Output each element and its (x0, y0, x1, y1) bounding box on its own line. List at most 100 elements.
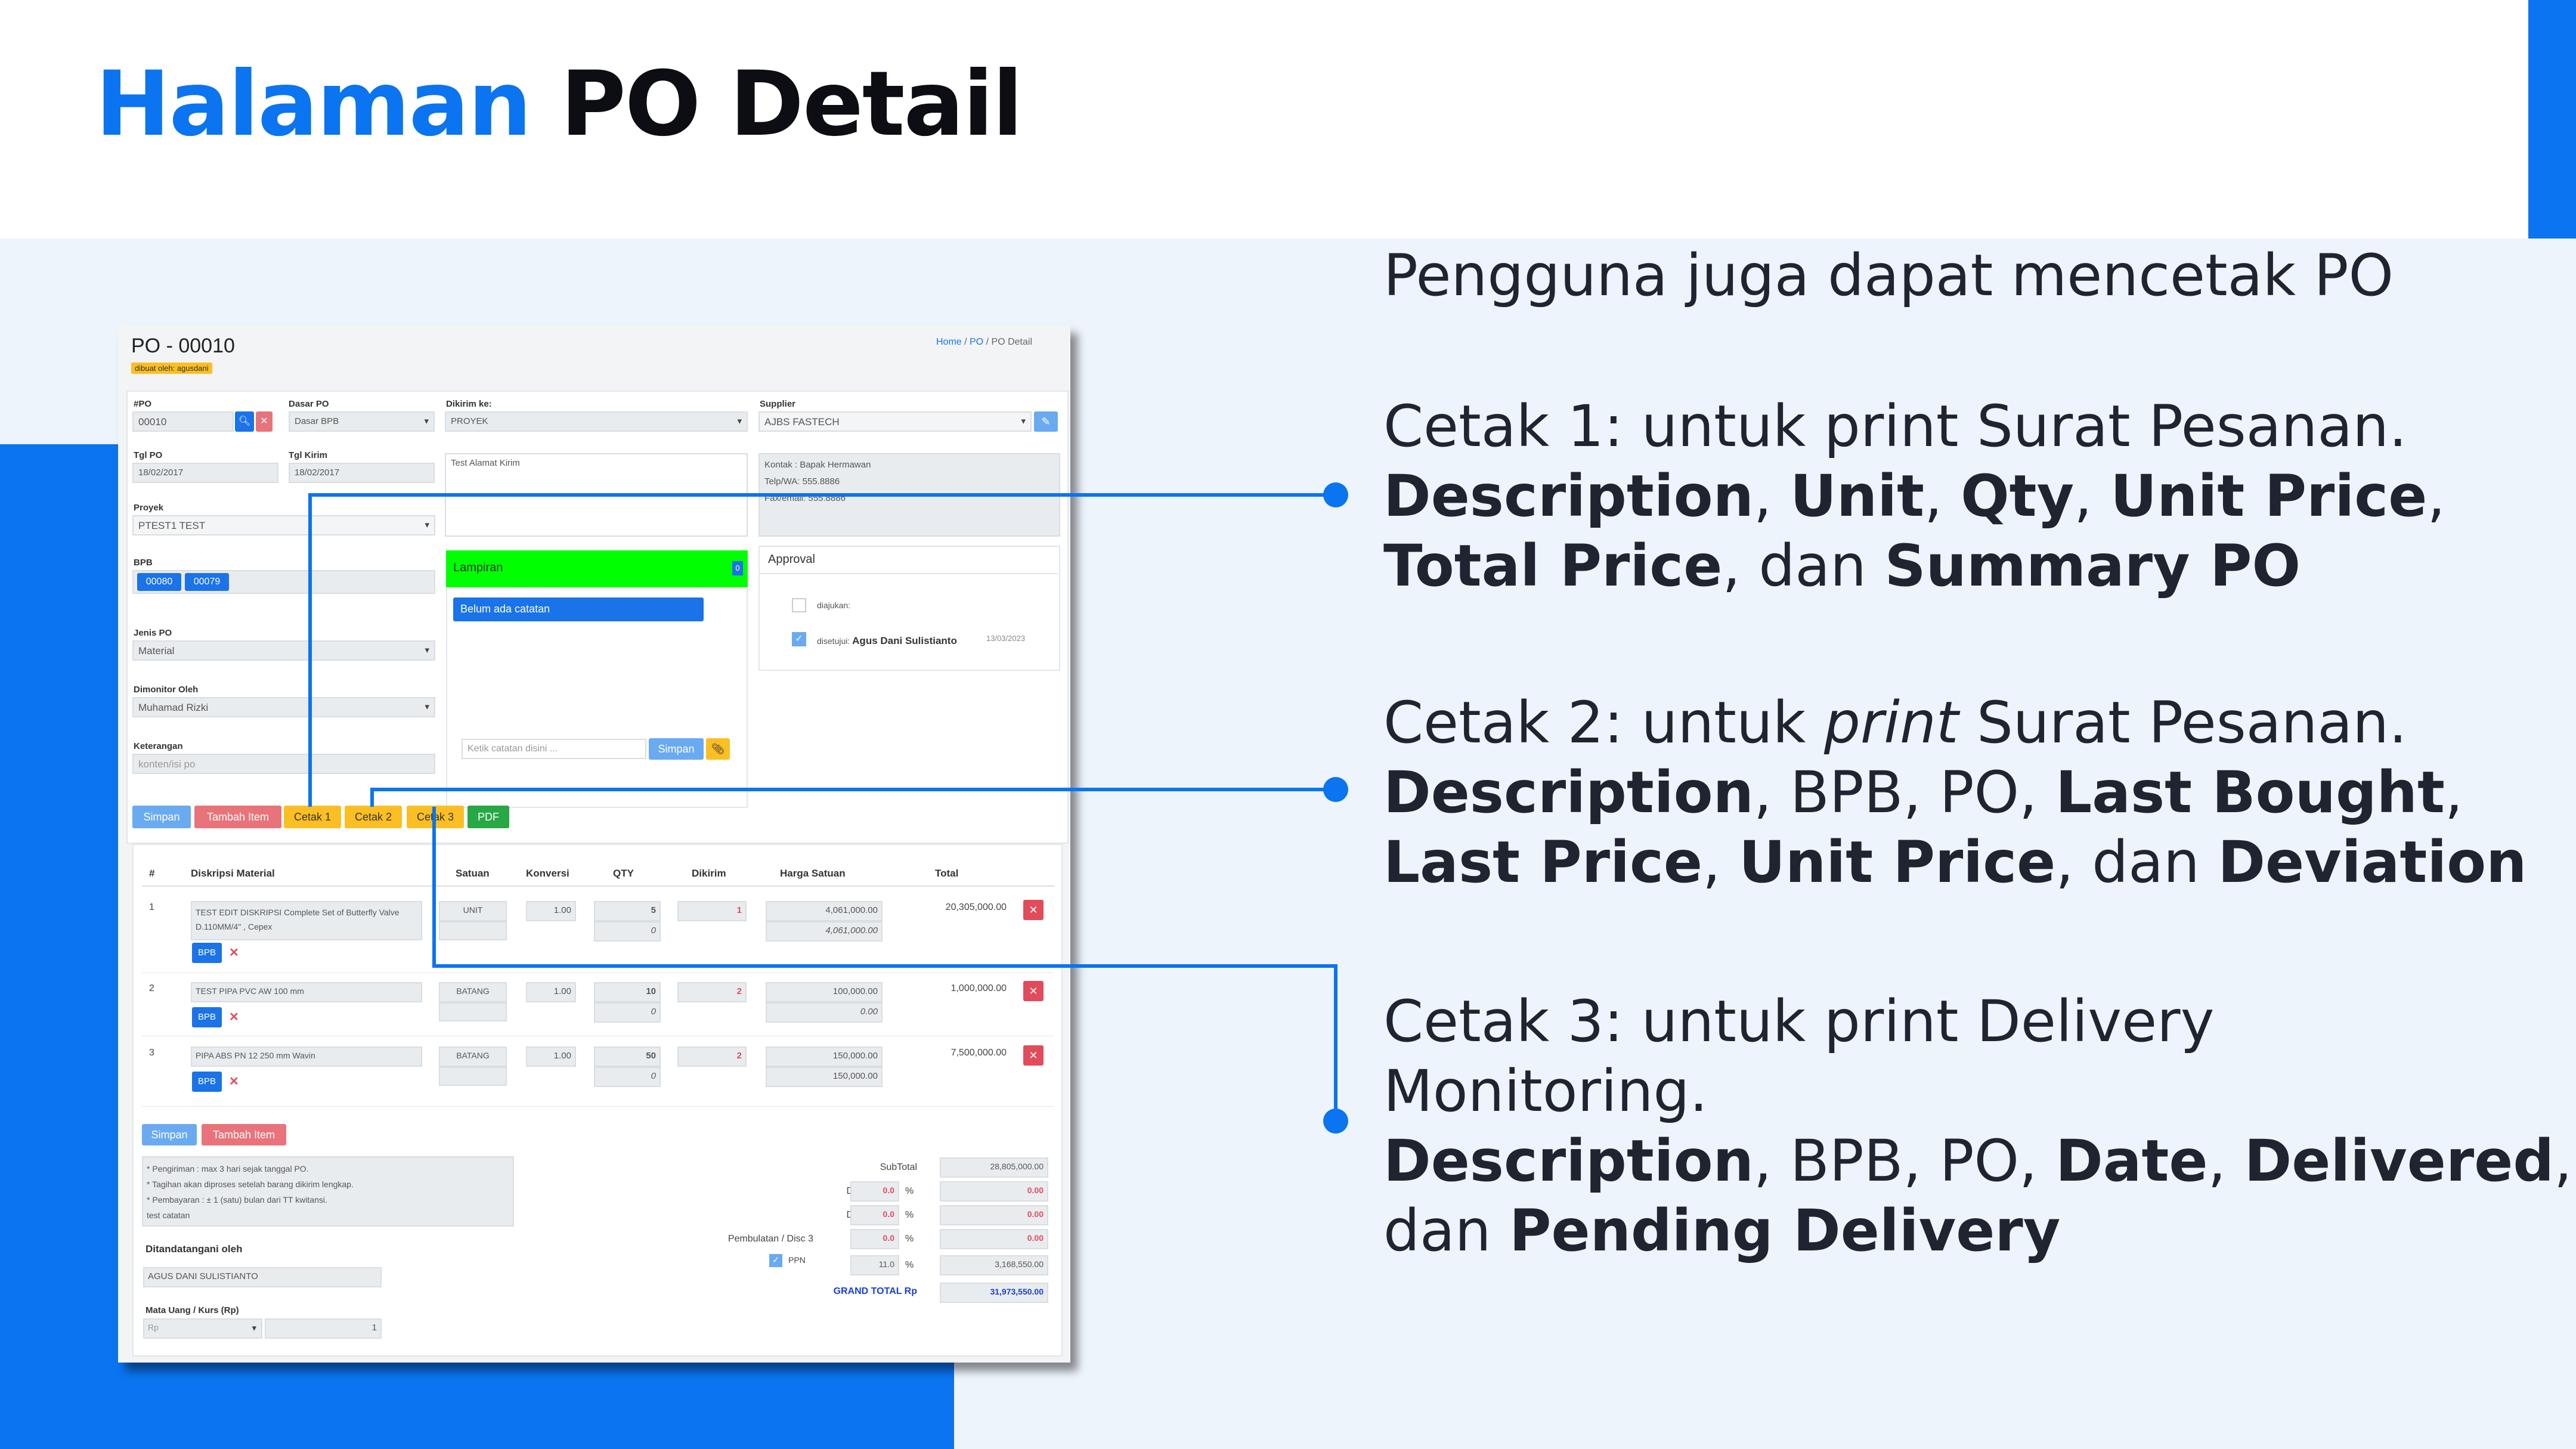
row-satuan-2[interactable] (439, 1002, 507, 1021)
row-qty-2[interactable]: 0 (594, 921, 661, 942)
row-qty[interactable]: 50 (594, 1046, 661, 1067)
edit-supplier-icon[interactable]: ✎ (1034, 411, 1058, 432)
row-desc[interactable]: TEST EDIT DISKRIPSI Complete Set of Butt… (191, 901, 422, 940)
row-satuan[interactable]: BATANG (439, 982, 507, 1002)
slide-title-black: PO Detail (560, 52, 1023, 156)
bpb-tag[interactable]: 00079 (185, 573, 229, 591)
dikirim-select[interactable]: PROYEK (445, 411, 748, 432)
disc3-value[interactable]: 0.00 (940, 1229, 1048, 1249)
disc3-pct[interactable]: 0.0 (850, 1229, 899, 1249)
grand-total-value[interactable]: 31,973,550.00 (940, 1283, 1048, 1303)
approval-checkbox[interactable] (792, 598, 806, 612)
cetak2-line2: Description, BPB, PO, Last Bought, (1383, 758, 2527, 828)
row-dikirim[interactable]: 1 (677, 901, 747, 921)
row-bpb-button[interactable]: BPB (192, 1072, 222, 1092)
text: Surat Pesanan. (1958, 689, 2407, 756)
table-header-divider (142, 886, 1054, 887)
term: Total Price (1383, 532, 1723, 599)
disc2-value[interactable]: 0.00 (940, 1205, 1048, 1225)
row-remove-bpb-icon[interactable]: ✕ (229, 1010, 239, 1024)
simpan-bottom-button[interactable]: Simpan (142, 1124, 197, 1145)
breadcrumb-home[interactable]: Home (936, 337, 962, 347)
page-title: PO - 00010 (131, 335, 235, 357)
ditandatangani-input[interactable]: AGUS DANI SULISTIANTO (143, 1267, 382, 1287)
row-konversi[interactable]: 1.00 (526, 1046, 576, 1067)
row-bpb-button[interactable]: BPB (192, 943, 222, 963)
ppn-checkbox[interactable]: ✓ (769, 1254, 782, 1267)
delete-row-icon[interactable]: ✕ (1023, 900, 1044, 920)
row-desc[interactable]: PIPA ABS PN 12 250 mm Wavin (191, 1046, 422, 1067)
cetak2-line1: Cetak 2: untuk print Surat Pesanan. (1383, 688, 2527, 758)
disc2-pct[interactable]: 0.0 (850, 1205, 899, 1225)
jenis-po-select[interactable]: Material (132, 640, 435, 661)
dasar-po-select[interactable]: Dasar BPB (289, 411, 435, 432)
row-konversi[interactable]: 1.00 (526, 901, 576, 921)
row-harga[interactable]: 150,000.00 (766, 1046, 883, 1067)
keterangan-input[interactable]: konten/isi po (132, 754, 435, 774)
bpb-tag[interactable]: 00080 (137, 573, 181, 591)
row-satuan-2[interactable] (439, 921, 507, 940)
row-dikirim[interactable]: 2 (677, 982, 747, 1002)
search-icon[interactable]: 🔍︎ (235, 411, 254, 432)
breadcrumb: Home / PO / PO Detail (936, 337, 1032, 348)
row-konversi[interactable]: 1.00 (526, 982, 576, 1002)
row-satuan[interactable]: UNIT (439, 901, 507, 921)
row-remove-bpb-icon[interactable]: ✕ (229, 945, 239, 960)
row-bpb-button[interactable]: BPB (192, 1007, 222, 1027)
breadcrumb-po[interactable]: PO (970, 337, 983, 347)
tambah-item-button[interactable]: Tambah Item (194, 806, 281, 828)
tambah-item-bottom-button[interactable]: Tambah Item (202, 1124, 286, 1145)
delete-row-icon[interactable]: ✕ (1023, 981, 1044, 1001)
row-qty[interactable]: 5 (594, 901, 661, 921)
disc3-label: Pembulatan / Disc 3 (727, 1234, 813, 1244)
cetak-1-button[interactable]: Cetak 1 (284, 806, 341, 828)
created-by-badge: dibuat oleh: agusdani (131, 363, 212, 374)
row-satuan[interactable]: BATANG (439, 1046, 507, 1067)
disc1-pct[interactable]: 0.0 (850, 1181, 899, 1202)
clear-icon[interactable]: ✕ (256, 411, 273, 432)
delete-row-icon[interactable]: ✕ (1023, 1045, 1044, 1066)
row-harga-2[interactable]: 0.00 (766, 1002, 883, 1023)
term: Description (1383, 1128, 1754, 1194)
row-satuan-2[interactable] (439, 1067, 507, 1086)
dimonitor-select[interactable]: Muhamad Rizki (132, 697, 435, 717)
tgl-kirim-input[interactable]: 18/02/2017 (289, 463, 435, 483)
proyek-select[interactable]: PTEST1 TEST (132, 515, 435, 535)
term: Last Price (1383, 829, 1703, 896)
cetak3-line3: Description, BPB, PO, Date, Delivered, (1383, 1126, 2572, 1196)
row-qty-2[interactable]: 0 (594, 1067, 661, 1087)
row-harga-2[interactable]: 4,061,000.00 (766, 921, 883, 942)
lampiran-title: Lampiran (453, 561, 503, 574)
row-harga[interactable]: 100,000.00 (766, 982, 883, 1002)
cetak-3-button[interactable]: Cetak 3 (407, 806, 464, 828)
row-desc[interactable]: TEST PIPA PVC AW 100 mm (191, 982, 422, 1002)
disc1-value[interactable]: 0.00 (940, 1181, 1048, 1202)
notes-textarea[interactable]: * Pengiriman : max 3 hari sejak tanggal … (142, 1156, 514, 1227)
cetak-2-button[interactable]: Cetak 2 (345, 806, 402, 828)
mata-uang-select[interactable]: Rp (143, 1318, 262, 1339)
row-harga[interactable]: 4,061,000.00 (766, 901, 883, 921)
row-total: 7,500,000.00 (950, 1048, 1007, 1058)
term: Qty (1961, 463, 2075, 530)
kurs-input[interactable]: 1 (265, 1318, 382, 1339)
catatan-save-button[interactable]: Simpan (649, 738, 704, 760)
attach-icon[interactable]: 📎︎ (706, 738, 730, 760)
ppn-pct[interactable]: 11.0 (850, 1255, 899, 1275)
row-qty-2[interactable]: 0 (594, 1002, 661, 1023)
ppn-value[interactable]: 3,168,550.00 (940, 1255, 1048, 1275)
po-number-input[interactable]: 00010 (132, 411, 234, 432)
supplier-select[interactable]: AJBS FASTECH (758, 411, 1032, 432)
text: Cetak 2: untuk (1383, 689, 1824, 756)
tgl-po-input[interactable]: 18/02/2017 (132, 463, 278, 483)
row-remove-bpb-icon[interactable]: ✕ (229, 1074, 239, 1089)
subtotal-value[interactable]: 28,805,000.00 (940, 1157, 1048, 1178)
pdf-button[interactable]: PDF (467, 806, 509, 828)
row-qty[interactable]: 10 (594, 982, 661, 1002)
row-harga-2[interactable]: 150,000.00 (766, 1067, 883, 1087)
row-dikirim[interactable]: 2 (677, 1046, 747, 1067)
approval-checkbox-checked[interactable]: ✓ (792, 632, 806, 646)
simpan-button[interactable]: Simpan (132, 806, 191, 828)
separator: , (1753, 463, 1790, 530)
alamat-kirim-textarea[interactable]: Test Alamat Kirim (445, 453, 748, 537)
catatan-input[interactable]: Ketik catatan disini ... (462, 739, 646, 759)
